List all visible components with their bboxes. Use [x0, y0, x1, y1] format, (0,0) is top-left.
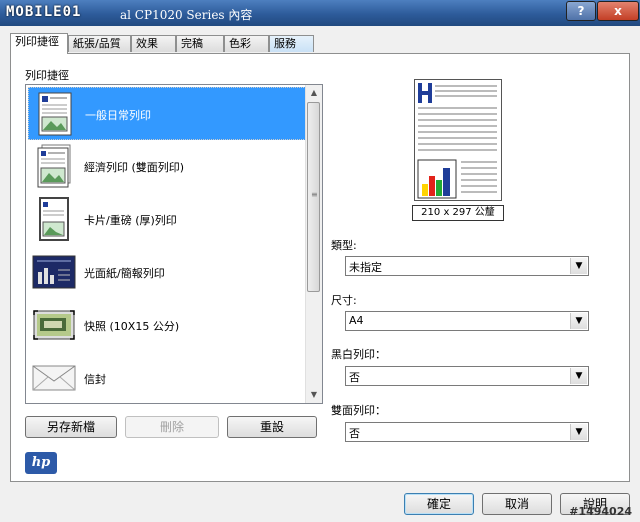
tab-services[interactable]: 服務 — [269, 35, 314, 52]
grip-icon: ≡ — [311, 190, 318, 199]
ok-button[interactable]: 確定 — [404, 493, 474, 515]
scroll-thumb[interactable]: ≡ — [307, 102, 320, 292]
card-document-icon — [32, 197, 76, 241]
shortcut-label: 信封 — [84, 373, 106, 386]
shortcuts-list[interactable]: 一般日常列印 經濟列印 (雙面列印) 卡片/重磅 (厚)列印 光面紙/簡報列印 … — [25, 84, 323, 404]
window-title: al CP1020 Series 內容 — [120, 8, 253, 22]
watermark: #1494024 — [569, 505, 632, 518]
shortcut-label: 一般日常列印 — [85, 109, 151, 122]
duplex-label: 雙面列印： — [331, 404, 386, 417]
shortcut-economy-duplex[interactable]: 經濟列印 (雙面列印) — [28, 140, 306, 193]
page-preview-graphic — [417, 83, 497, 199]
shortcut-card-heavy[interactable]: 卡片/重磅 (厚)列印 — [28, 193, 306, 246]
mono-value: 否 — [349, 371, 360, 384]
chevron-down-icon: ▼ — [570, 313, 587, 329]
type-label: 類型: — [331, 239, 357, 252]
duplex-select[interactable]: 否 ▼ — [345, 422, 589, 442]
size-value: A4 — [349, 314, 364, 327]
shortcut-label: 光面紙/簡報列印 — [84, 267, 165, 280]
chevron-down-icon: ▼ — [570, 258, 587, 274]
save-as-button[interactable]: 另存新檔 — [25, 416, 117, 438]
mobile01-logo: MOBILE01 — [6, 4, 82, 20]
shortcuts-scrollbar[interactable]: ▲ ≡ ▼ — [305, 85, 322, 403]
envelope-icon — [32, 356, 76, 400]
type-select[interactable]: 未指定 ▼ — [345, 256, 589, 276]
photo-icon — [32, 303, 76, 347]
tab-color[interactable]: 色彩 — [224, 35, 269, 52]
page-preview — [414, 79, 502, 201]
shortcuts-section-label: 列印捷徑 — [25, 69, 69, 82]
shortcut-envelope[interactable]: 信封 — [28, 352, 306, 403]
chevron-down-icon: ▼ — [570, 424, 587, 440]
duplex-value: 否 — [349, 427, 360, 440]
document-icon — [33, 92, 77, 136]
close-window-button[interactable]: x — [597, 1, 639, 21]
shortcut-everyday[interactable]: 一般日常列印 — [28, 87, 306, 140]
shortcut-label: 卡片/重磅 (厚)列印 — [84, 214, 177, 227]
cancel-button[interactable]: 取消 — [482, 493, 552, 515]
paper-size-label: 210 x 297 公釐 — [412, 205, 504, 221]
shortcut-snapshot[interactable]: 快照 (10X15 公分) — [28, 299, 306, 352]
mono-label: 黑白列印： — [331, 348, 386, 361]
size-select[interactable]: A4 ▼ — [345, 311, 589, 331]
mono-select[interactable]: 否 ▼ — [345, 366, 589, 386]
shortcut-glossy-presentation[interactable]: 光面紙/簡報列印 — [28, 246, 306, 299]
glossy-presentation-icon — [32, 250, 76, 294]
reset-button[interactable]: 重設 — [227, 416, 317, 438]
hp-logo: hp — [25, 452, 57, 474]
tab-shortcuts[interactable]: 列印捷徑 — [10, 33, 68, 54]
chevron-down-icon: ▼ — [570, 368, 587, 384]
size-label: 尺寸: — [331, 294, 357, 307]
scroll-up-icon[interactable]: ▲ — [306, 85, 322, 101]
shortcuts-panel: 列印捷徑 一般日常列印 經濟列印 (雙面列印) 卡片/重磅 (厚)列印 光面紙/… — [10, 53, 630, 482]
shortcut-label: 經濟列印 (雙面列印) — [84, 161, 185, 174]
scroll-down-icon[interactable]: ▼ — [306, 387, 322, 403]
delete-button[interactable]: 刪除 — [125, 416, 219, 438]
help-title-button[interactable]: ? — [566, 1, 596, 21]
tab-effects[interactable]: 效果 — [131, 35, 176, 52]
type-value: 未指定 — [349, 261, 382, 274]
tab-paper-quality[interactable]: 紙張/品質 — [68, 35, 131, 52]
shortcut-label: 快照 (10X15 公分) — [84, 320, 180, 333]
title-bar: MOBILE01 al CP1020 Series 內容 ? x — [0, 0, 640, 26]
duplex-document-icon — [32, 144, 76, 188]
tab-finishing[interactable]: 完稿 — [176, 35, 224, 52]
